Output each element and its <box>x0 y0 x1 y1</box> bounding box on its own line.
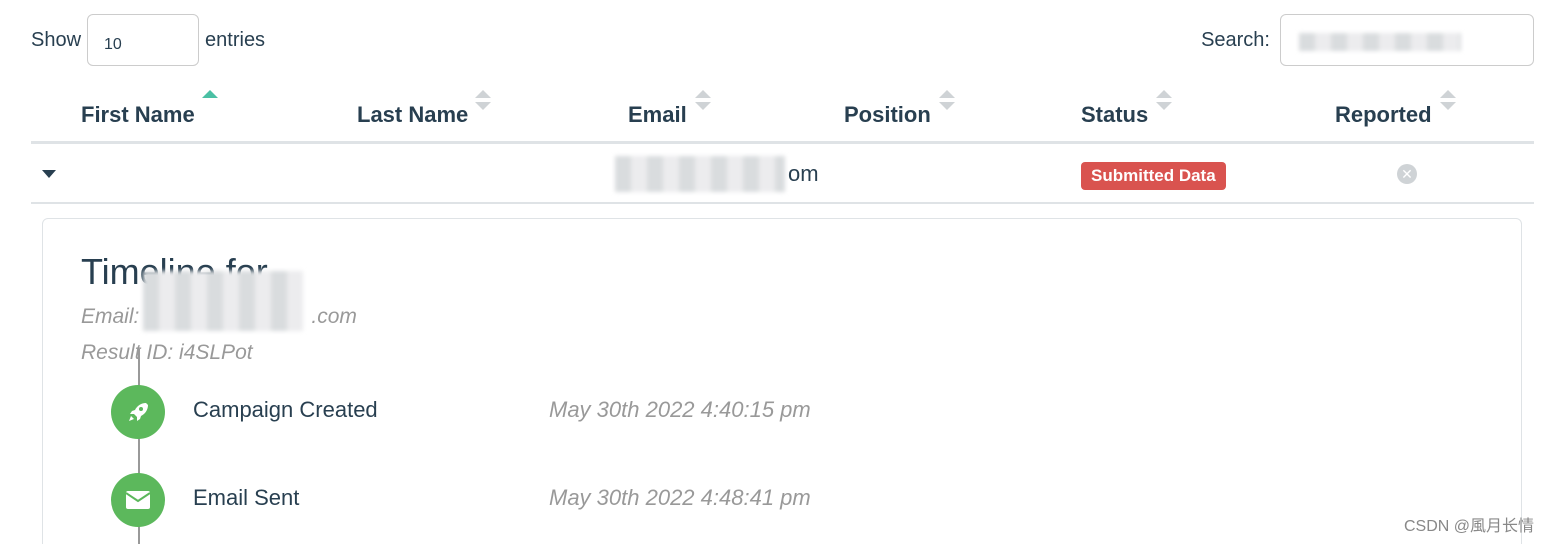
envelope-icon <box>111 473 165 527</box>
event-label: Campaign Created <box>193 397 378 422</box>
table-header: First Name Last Name Email Position Stat… <box>31 84 1534 144</box>
event-label: Email Sent <box>193 485 300 510</box>
column-status[interactable]: Status <box>1081 102 1148 128</box>
entries-length-control: Show 10 entries <box>31 14 265 66</box>
status-badge: Submitted Data <box>1081 162 1226 190</box>
sort-icon[interactable] <box>1440 90 1456 112</box>
timeline-email-prefix: Email: <box>81 305 140 328</box>
sort-icon[interactable] <box>939 90 955 112</box>
table-controls: Show 10 entries Search: <box>31 14 1534 66</box>
show-label: Show <box>31 28 82 51</box>
watermark: CSDN @風月长情 <box>1403 518 1534 535</box>
table-row[interactable]: om Submitted Data ✕ <box>31 144 1534 204</box>
timeline-email: Email: .com <box>81 305 357 329</box>
sort-icon[interactable] <box>475 90 491 112</box>
entries-label: entries <box>205 28 266 51</box>
close-circle-icon: ✕ <box>1397 164 1417 184</box>
column-email[interactable]: Email <box>628 102 687 128</box>
column-position[interactable]: Position <box>844 102 931 128</box>
timeline-email-suffix: .com <box>311 305 357 328</box>
sort-icon[interactable] <box>1156 90 1172 112</box>
event-time: May 30th 2022 4:48:41 pm <box>549 485 811 510</box>
entries-select-value: 10 <box>104 36 122 53</box>
timeline-event: Email Sent May 30th 2022 4:48:41 pm <box>111 473 1011 527</box>
rocket-icon <box>111 385 165 439</box>
redacted-search-text <box>1299 33 1461 51</box>
column-reported[interactable]: Reported <box>1335 102 1432 128</box>
redacted-email <box>615 156 785 192</box>
event-time: May 30th 2022 4:40:15 pm <box>549 397 811 422</box>
timeline-result-id: Result ID: i4SLPot <box>81 341 253 364</box>
caret-down-icon[interactable] <box>42 170 56 178</box>
timeline-panel: Timeline for Email:.com Result ID: i4SLP… <box>42 218 1522 544</box>
column-last-name[interactable]: Last Name <box>357 102 468 128</box>
sort-icon[interactable] <box>695 90 711 112</box>
sort-asc-icon[interactable] <box>202 90 218 112</box>
search-input[interactable] <box>1280 14 1534 66</box>
search-label: Search: <box>1201 28 1270 51</box>
search-control: Search: <box>1201 14 1534 66</box>
timeline-event: Campaign Created May 30th 2022 4:40:15 p… <box>111 385 1011 439</box>
email-cell: om <box>788 161 819 186</box>
entries-select[interactable]: 10 <box>87 14 200 66</box>
results-table: First Name Last Name Email Position Stat… <box>31 84 1534 204</box>
column-first-name[interactable]: First Name <box>81 102 195 128</box>
